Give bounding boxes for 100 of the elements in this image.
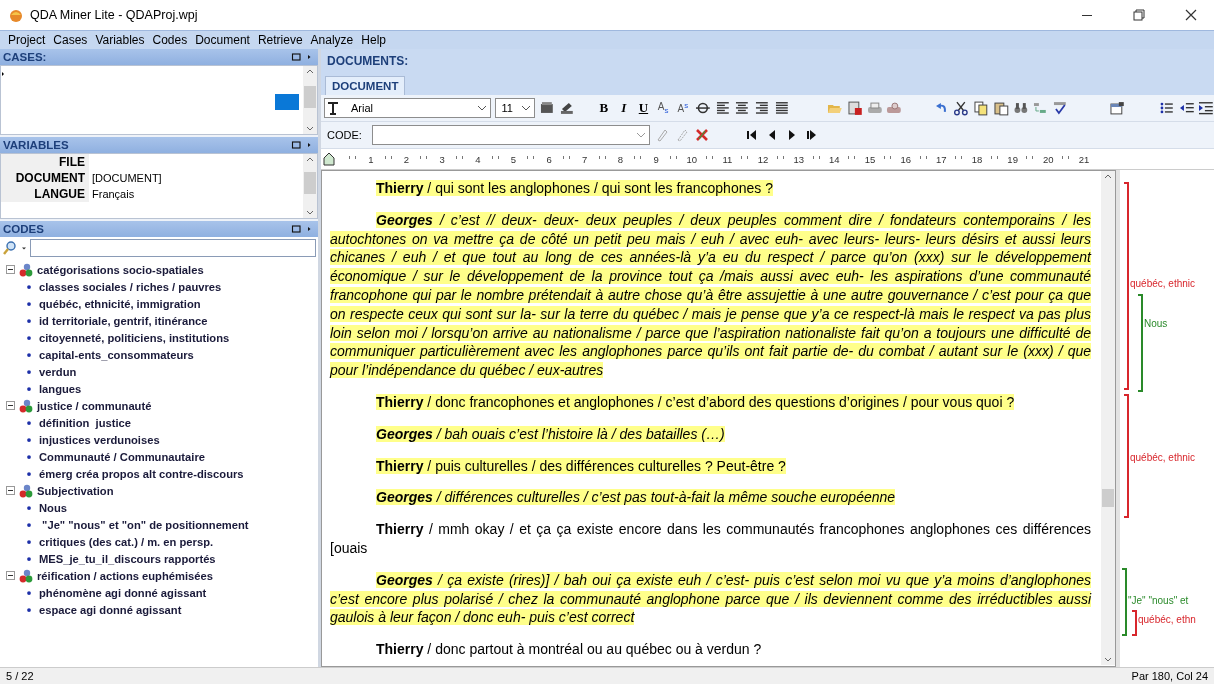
- scrollbar-thumb[interactable]: [304, 86, 316, 108]
- code-item[interactable]: Nous: [39, 501, 67, 514]
- search-icon[interactable]: [2, 240, 18, 256]
- ruler-ticks: [881, 153, 894, 160]
- menu-item[interactable]: Retrieve: [253, 33, 307, 47]
- code-item[interactable]: Communauté / Communautaire: [39, 450, 205, 463]
- code-item[interactable]: québéc, ethnicité, immigration: [39, 297, 201, 310]
- menu-item[interactable]: Codes: [148, 33, 192, 47]
- code-bracket[interactable]: [1138, 294, 1143, 392]
- close-icon[interactable]: [1183, 7, 1199, 23]
- format-button[interactable]: I: [615, 100, 632, 116]
- collapse-icon[interactable]: [6, 401, 15, 410]
- app-logo-icon[interactable]: [8, 7, 24, 23]
- code-label[interactable]: québéc, ethn: [1138, 614, 1196, 625]
- printer-icon[interactable]: [866, 100, 883, 116]
- code-category[interactable]: justice / communauté: [37, 399, 152, 412]
- ruler-ticks: [347, 153, 359, 160]
- code-item[interactable]: émerg créa propos alt contre-discours: [39, 467, 244, 480]
- scrollbar[interactable]: [303, 154, 317, 218]
- collapse-icon[interactable]: [6, 571, 15, 580]
- format-button[interactable]: B: [596, 100, 612, 116]
- menu-item[interactable]: Variables: [91, 33, 149, 47]
- code-bracket[interactable]: [1122, 568, 1127, 636]
- delete-code-icon[interactable]: [693, 127, 710, 143]
- variable-value[interactable]: [DOCUMENT]: [89, 170, 303, 186]
- ruler-ticks: [810, 153, 823, 160]
- code-item[interactable]: langues: [39, 382, 82, 395]
- code-item[interactable]: classes sociales / riches / pauvres: [39, 280, 222, 293]
- code-category[interactable]: réification / actions euphémisées: [37, 569, 213, 582]
- format-button[interactable]: U: [635, 100, 652, 116]
- code-item[interactable]: "Je" "nous" et "on" de positionnement: [39, 518, 249, 531]
- strikethrough-icon[interactable]: [694, 100, 711, 116]
- align-center-icon[interactable]: [734, 100, 751, 116]
- category-icon[interactable]: [18, 261, 34, 278]
- status-text: Par 180, Col 24: [1131, 670, 1208, 682]
- bullet-list-icon[interactable]: [1158, 100, 1175, 116]
- code-item[interactable]: injustices verdunoises: [39, 433, 160, 446]
- search-field[interactable]: [30, 239, 316, 257]
- spelling-check-icon[interactable]: [1052, 100, 1068, 116]
- print-preview-icon[interactable]: [886, 100, 903, 116]
- indent-marker-icon[interactable]: [321, 151, 337, 167]
- save-icon[interactable]: [846, 100, 863, 116]
- code-bracket[interactable]: [1124, 394, 1129, 518]
- code-item[interactable]: phénomène agi donné agissant: [39, 586, 207, 599]
- code-category[interactable]: catégorisations socio-spatiales: [37, 263, 204, 276]
- case-cell[interactable]: [275, 94, 299, 110]
- font-icon[interactable]: [325, 100, 341, 116]
- format-button[interactable]: A$_{s}$: [655, 101, 672, 115]
- code-item[interactable]: espace agi donné agissant: [39, 603, 182, 616]
- panel-header: VARIABLES: [3, 139, 69, 151]
- align-left-icon[interactable]: [714, 100, 731, 116]
- ruler-ticks: [560, 153, 573, 160]
- menu-item[interactable]: Analyze: [306, 33, 358, 47]
- document-tab[interactable]: DOCUMENT: [325, 76, 406, 95]
- menu-item[interactable]: Help: [357, 33, 390, 47]
- code-item[interactable]: MES_je_tu_il_discours rapportés: [39, 552, 216, 565]
- code-item[interactable]: verdun: [39, 365, 77, 378]
- code-label[interactable]: québéc, ethnic: [1130, 278, 1196, 289]
- menu-item[interactable]: Document: [191, 33, 254, 47]
- category-icon[interactable]: [18, 567, 34, 584]
- collapse-icon[interactable]: [6, 265, 15, 274]
- code-label[interactable]: Nous: [1144, 318, 1168, 329]
- code-label[interactable]: "Je" "nous" et: [1128, 595, 1189, 606]
- copy-icon[interactable]: [973, 100, 989, 116]
- ruler-ticks: [774, 153, 787, 160]
- code-item[interactable]: citoyenneté, politiciens, institutions: [39, 331, 230, 344]
- code-item[interactable]: id territoriale, gentrif, itinérance: [39, 314, 208, 327]
- panel-header: CODES: [3, 223, 44, 235]
- code-category[interactable]: Subjectivation: [37, 484, 114, 497]
- restore-icon[interactable]: [1131, 7, 1147, 23]
- format-button[interactable]: A$^{s}$: [675, 101, 691, 115]
- ruler-ticks: [667, 153, 680, 160]
- code-bracket[interactable]: [1124, 182, 1129, 390]
- scrollbar-thumb[interactable]: [1102, 489, 1114, 507]
- paste-icon[interactable]: [992, 100, 1009, 116]
- indent-icon[interactable]: [1198, 100, 1214, 116]
- category-icon[interactable]: [18, 482, 34, 499]
- ruler-number: 7: [581, 153, 589, 165]
- code-item[interactable]: capital-ents_consommateurs: [39, 348, 194, 361]
- cut-icon[interactable]: [953, 100, 970, 116]
- eraser-icon[interactable]: [558, 100, 575, 116]
- align-right-icon[interactable]: [754, 100, 770, 116]
- scrollbar-thumb[interactable]: [304, 172, 316, 194]
- scrollbar[interactable]: [1101, 171, 1115, 665]
- collapse-icon[interactable]: [6, 486, 15, 495]
- category-icon[interactable]: [18, 397, 34, 414]
- menu-item[interactable]: Cases: [49, 33, 92, 47]
- ruler-number: 3: [438, 153, 446, 165]
- menu-item[interactable]: Project: [4, 33, 50, 47]
- code-item[interactable]: définition justice: [39, 416, 131, 429]
- code-item[interactable]: critiques (des cat.) / m. en persp.: [39, 535, 214, 548]
- variable-value[interactable]: Français: [89, 186, 303, 202]
- scrollbar[interactable]: [303, 66, 317, 134]
- ruler-number: 11: [721, 153, 734, 165]
- justify-icon[interactable]: [773, 100, 790, 116]
- code-bracket[interactable]: [1132, 610, 1137, 636]
- code-field[interactable]: [371, 125, 650, 145]
- code-label[interactable]: québéc, ethnic: [1130, 452, 1196, 463]
- binoculars-icon[interactable]: [1012, 100, 1029, 116]
- properties-icon[interactable]: [1109, 100, 1126, 116]
